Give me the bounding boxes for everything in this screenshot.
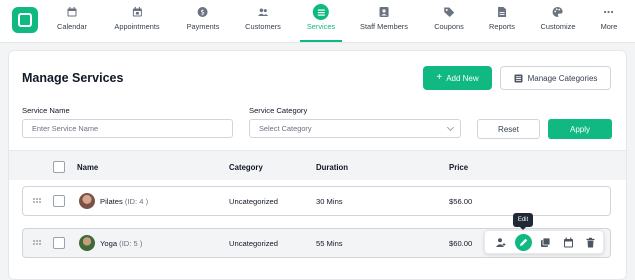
nav-reports[interactable]: Reports (489, 6, 515, 31)
service-name-label: Service Name (22, 106, 70, 115)
service-category-label: Service Category (249, 106, 308, 115)
pencil-icon (520, 238, 528, 246)
service-avatar (79, 235, 95, 251)
column-header-name: Name (77, 163, 99, 172)
service-category-select[interactable]: Select Category (249, 119, 461, 138)
service-category-value: Select Category (259, 124, 312, 133)
top-navigation: Calendar Appointments $ Payments Custome… (0, 0, 635, 43)
plus-icon: + (436, 72, 443, 83)
manage-categories-label: Manage Categories (527, 73, 598, 83)
calendar-icon (67, 7, 77, 17)
service-price: $60.00 (449, 239, 473, 248)
nav-appointments-label: Appointments (114, 22, 160, 31)
tag-icon (444, 7, 454, 17)
column-header-duration: Duration (316, 163, 349, 172)
service-name-text: Yoga (100, 239, 118, 248)
dollar-icon: $ (198, 7, 208, 17)
drag-handle-icon[interactable] (33, 240, 42, 246)
list-icon (313, 4, 329, 20)
select-all-checkbox[interactable] (53, 161, 65, 173)
drag-handle-icon[interactable] (33, 198, 42, 204)
service-category: Uncategorized (229, 239, 278, 248)
edit-tooltip: Edit (513, 213, 533, 230)
nav-reports-label: Reports (489, 22, 515, 31)
service-id: (ID: 4 ) (124, 197, 149, 206)
users-icon (257, 8, 268, 16)
service-name[interactable]: Pilates (ID: 4 ) (100, 197, 148, 206)
trash-icon[interactable] (585, 237, 596, 248)
column-header-category: Category (229, 163, 263, 172)
nav-customize[interactable]: Customize (540, 6, 576, 31)
category-list-icon (514, 74, 523, 82)
service-id: (ID: 5 ) (119, 239, 143, 248)
row-actions (484, 230, 604, 254)
calendar-check-icon (132, 7, 142, 17)
nav-coupons[interactable]: Coupons (434, 6, 464, 31)
service-name-text: Pilates (100, 197, 123, 206)
nav-customers-label: Customers (245, 22, 281, 31)
nav-coupons-label: Coupons (434, 22, 464, 31)
edit-button[interactable] (515, 234, 532, 251)
nav-staff-members[interactable]: Staff Members (360, 6, 408, 31)
manage-categories-button[interactable]: Manage Categories (500, 66, 611, 90)
nav-appointments[interactable]: Appointments (114, 6, 160, 31)
active-tab-indicator (300, 40, 342, 42)
nav-payments-label: Payments (186, 22, 220, 31)
nav-customize-label: Customize (540, 22, 576, 31)
row-checkbox[interactable] (53, 237, 65, 249)
service-price: $56.00 (449, 197, 473, 206)
nav-more[interactable]: More (600, 6, 618, 31)
service-duration: 55 Mins (316, 239, 343, 248)
nav-customers[interactable]: Customers (245, 6, 281, 31)
add-new-label: Add New (446, 73, 479, 83)
palette-icon (552, 7, 563, 17)
service-duration: 30 Mins (316, 197, 343, 206)
service-category: Uncategorized (229, 197, 278, 206)
nav-more-label: More (600, 22, 618, 31)
nav-calendar-label: Calendar (57, 22, 87, 31)
dots-icon (604, 10, 614, 14)
service-name-placeholder: Enter Service Name (32, 124, 99, 133)
nav-staff-members-label: Staff Members (360, 22, 408, 31)
row-checkbox[interactable] (53, 195, 65, 207)
nav-calendar[interactable]: Calendar (57, 6, 87, 31)
id-card-icon (379, 7, 389, 17)
nav-services-label: Services (306, 22, 336, 31)
service-name[interactable]: Yoga (ID: 5 ) (100, 239, 142, 248)
page-title: Manage Services (22, 71, 124, 85)
report-icon (497, 7, 506, 17)
nav-payments[interactable]: $ Payments (186, 6, 220, 31)
nav-services[interactable]: Services (306, 4, 336, 31)
service-avatar (79, 193, 95, 209)
calendar-icon[interactable] (563, 237, 574, 248)
duplicate-icon[interactable] (540, 237, 551, 248)
chevron-down-icon (446, 123, 455, 132)
column-header-price: Price (449, 163, 469, 172)
add-new-button[interactable]: + Add New (423, 66, 492, 90)
reset-button[interactable]: Reset (477, 119, 540, 139)
service-name-input[interactable]: Enter Service Name (22, 119, 233, 138)
app-logo[interactable] (12, 7, 38, 33)
apply-button[interactable]: Apply (548, 119, 612, 139)
svg-text:$: $ (201, 9, 205, 17)
assign-staff-icon[interactable] (495, 237, 506, 248)
